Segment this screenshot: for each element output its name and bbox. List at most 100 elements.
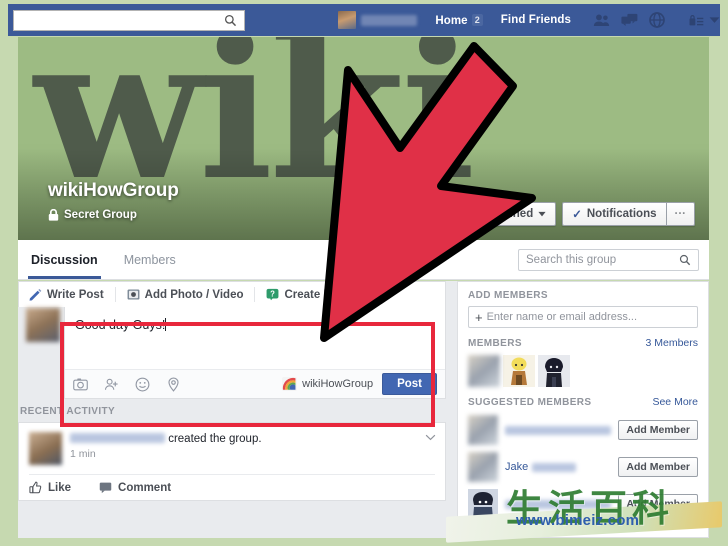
composer-footer-right: wikiHowGroup Post <box>282 373 437 395</box>
search-icon <box>679 254 691 266</box>
joined-button[interactable]: Joined <box>486 202 557 226</box>
like-button[interactable]: Like <box>29 481 71 494</box>
add-member-button[interactable]: Add Member <box>618 494 698 514</box>
pencil-icon <box>29 288 42 301</box>
members-count[interactable]: 3 Members <box>645 337 698 349</box>
composer-user-avatar <box>26 308 60 342</box>
nav-home-badge: 2 <box>471 13 483 26</box>
avatar[interactable] <box>468 489 498 519</box>
joined-label: Joined <box>496 208 534 220</box>
composer-write-post-label: Write Post <box>47 288 104 301</box>
suggested-members-header: SUGGESTED MEMBERS See More <box>468 396 698 408</box>
text-caret <box>165 318 167 331</box>
notifications-button[interactable]: ✓ Notifications <box>562 202 666 226</box>
nav-icon-group <box>593 12 665 28</box>
composer-box: Good day Guys! wikiHowGroup Post <box>64 307 446 399</box>
cover-action-buttons: Joined ✓ Notifications ··· <box>486 202 695 226</box>
wikihow-rainbow-icon <box>282 377 298 391</box>
nav-profile[interactable] <box>338 11 418 29</box>
composer-footer: wikiHowGroup Post <box>65 369 445 398</box>
add-members-input[interactable]: + Enter name or email address... <box>468 306 698 328</box>
activity-timestamp: 1 min <box>70 448 96 460</box>
tab-discussion[interactable]: Discussion <box>18 240 111 279</box>
svg-text:?: ? <box>271 289 276 298</box>
notifications-globe-icon[interactable] <box>649 12 665 28</box>
suggested-member-last-name <box>532 462 577 472</box>
composer-text-input[interactable]: Good day Guys! <box>65 307 445 369</box>
comment-button[interactable]: Comment <box>99 481 171 494</box>
global-search-input[interactable] <box>13 9 246 31</box>
nav-home[interactable]: Home 2 <box>435 13 483 27</box>
plus-icon: + <box>475 309 483 325</box>
facebook-navbar: Home 2 Find Friends <box>8 4 720 36</box>
composer-add-photo[interactable]: Add Photo / Video <box>127 287 256 302</box>
suggested-member-name[interactable] <box>505 499 612 509</box>
recent-activity-card: created the group. 1 min Like Comment <box>18 422 446 501</box>
chevron-down-icon[interactable] <box>425 434 436 441</box>
group-search-input[interactable]: Search this group <box>518 249 699 271</box>
friend-requests-icon[interactable] <box>593 13 610 27</box>
nav-profile-name <box>361 14 418 26</box>
avatar <box>29 432 62 465</box>
search-icon <box>225 14 237 26</box>
chevron-down-icon[interactable] <box>709 16 720 24</box>
thumbs-up-icon <box>29 481 42 494</box>
lock-icon <box>48 209 59 221</box>
privacy-lock-icon[interactable] <box>689 14 704 27</box>
tag-people-icon[interactable] <box>104 377 119 392</box>
suggested-members-label: SUGGESTED MEMBERS <box>468 396 592 408</box>
emoji-icon[interactable] <box>135 377 150 392</box>
add-member-button[interactable]: Add Member <box>618 420 698 440</box>
chevron-down-icon <box>538 211 546 217</box>
suggested-member-row: Add Member <box>468 415 698 445</box>
avatar[interactable] <box>503 355 535 387</box>
comment-label: Comment <box>118 481 172 494</box>
like-label: Like <box>48 481 72 494</box>
avatar[interactable] <box>468 415 498 445</box>
post-button[interactable]: Post <box>382 373 437 395</box>
avatar <box>338 11 357 29</box>
group-search-placeholder: Search this group <box>526 254 617 266</box>
page-body: Write Post Add Photo / Video ? Create Po… <box>18 281 709 539</box>
composer-create-poll[interactable]: ? Create Poll <box>266 287 355 302</box>
more-options-button[interactable]: ··· <box>665 202 695 226</box>
nav-find-friends[interactable]: Find Friends <box>501 14 571 26</box>
location-pin-icon[interactable] <box>166 376 181 392</box>
avatar[interactable] <box>538 355 570 387</box>
composer-audience[interactable]: wikiHowGroup <box>282 377 373 391</box>
avatar[interactable] <box>468 355 500 387</box>
composer-text-value: Good day Guys! <box>75 318 166 332</box>
add-member-button[interactable]: Add Member <box>618 457 698 477</box>
group-cover-photo[interactable]: wiki wikiHowGroup Secret Group Joined ✓ … <box>18 37 709 240</box>
activity-actions: Like Comment <box>29 474 435 500</box>
member-avatars <box>468 355 698 387</box>
messages-icon[interactable] <box>621 13 638 27</box>
tab-members[interactable]: Members <box>111 240 189 279</box>
poll-question-icon: ? <box>267 288 279 301</box>
notifications-label: Notifications <box>586 208 657 220</box>
suggested-member-name[interactable] <box>505 425 612 435</box>
avatar[interactable] <box>468 452 498 482</box>
recent-activity-label: RECENT ACTIVITY <box>20 406 116 417</box>
composer-audience-label: wikiHowGroup <box>302 378 374 390</box>
activity-action-text: created the group. <box>168 433 262 445</box>
suggested-member-row: Add Member <box>468 489 698 519</box>
comment-bubble-icon <box>99 482 112 494</box>
group-privacy: Secret Group <box>48 209 137 221</box>
activity-actor-name[interactable] <box>70 433 165 443</box>
suggested-member-first-name: Jake <box>505 461 529 473</box>
suggested-member-name[interactable]: Jake <box>505 461 577 473</box>
suggested-member-row: Jake Add Member <box>468 452 698 482</box>
members-header: MEMBERS 3 Members <box>468 337 698 349</box>
members-label: MEMBERS <box>468 337 522 349</box>
group-tabbar: Discussion Members Search this group <box>18 240 709 280</box>
composer-write-post[interactable]: Write Post <box>29 287 116 302</box>
camera-icon[interactable] <box>73 377 88 392</box>
activity-body: created the group. 1 min <box>70 432 262 465</box>
description-label: DESCRIPTION <box>468 528 541 539</box>
group-privacy-label: Secret Group <box>64 209 137 221</box>
right-sidebar: ADD MEMBERS + Enter name or email addres… <box>457 281 709 539</box>
add-members-placeholder: Enter name or email address... <box>486 311 637 323</box>
see-more-link[interactable]: See More <box>652 396 698 408</box>
left-column: Write Post Add Photo / Video ? Create Po… <box>18 281 446 501</box>
